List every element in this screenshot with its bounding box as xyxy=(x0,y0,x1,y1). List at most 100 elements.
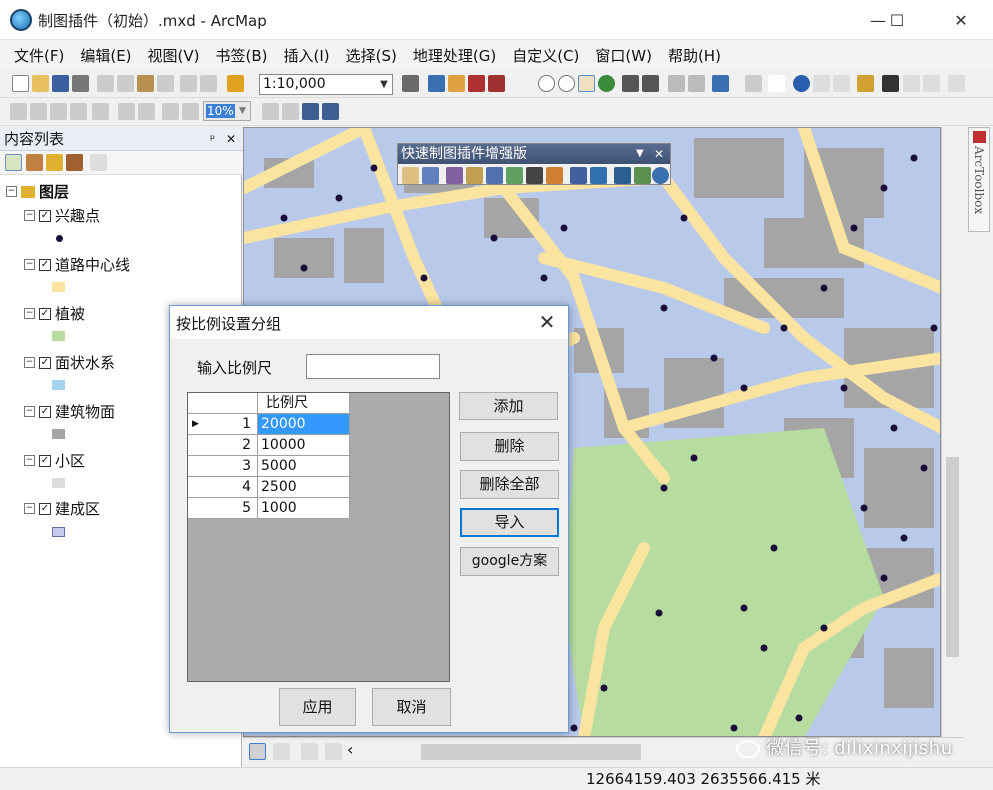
zoom-out-icon[interactable] xyxy=(558,75,575,92)
visibility-checkbox[interactable]: ✓ xyxy=(39,405,51,418)
plugin-tool-12-icon[interactable] xyxy=(634,167,651,184)
undo-icon[interactable] xyxy=(180,75,197,92)
layer-built-up-area[interactable]: − ✓ 建成区 xyxy=(24,498,100,519)
menu-bookmarks[interactable]: 书签(B) xyxy=(208,45,276,66)
options-icon[interactable] xyxy=(90,154,107,171)
layout-view-icon[interactable] xyxy=(273,743,290,760)
go-to-xy-icon[interactable] xyxy=(903,75,920,92)
html-popup-icon[interactable] xyxy=(833,75,850,92)
find-icon[interactable] xyxy=(882,75,899,92)
list-by-selection-icon[interactable] xyxy=(66,154,83,171)
save-icon[interactable] xyxy=(52,75,69,92)
search-window-icon[interactable] xyxy=(468,75,485,92)
visibility-checkbox[interactable]: ✓ xyxy=(39,502,51,515)
collapse-icon[interactable]: − xyxy=(24,455,35,466)
menu-selection[interactable]: 选择(S) xyxy=(338,45,405,66)
catalog-icon[interactable] xyxy=(448,75,465,92)
grid-cell-scale[interactable]: 20000 xyxy=(258,414,350,435)
refresh-icon[interactable] xyxy=(301,743,318,760)
add-button[interactable]: 添加 xyxy=(459,392,558,420)
visibility-checkbox[interactable]: ✓ xyxy=(39,307,51,320)
data-view-icon[interactable] xyxy=(249,743,266,760)
grid-cell-scale[interactable]: 1000 xyxy=(258,498,350,519)
menu-edit[interactable]: 编辑(E) xyxy=(72,45,139,66)
full-extent-icon[interactable] xyxy=(598,75,615,92)
plugin-tool-4-icon[interactable] xyxy=(466,167,483,184)
zoom-100-icon[interactable] xyxy=(92,103,109,120)
scroll-thumb[interactable] xyxy=(946,457,959,657)
fixed-zoom-out-icon[interactable] xyxy=(642,75,659,92)
chevron-down-icon[interactable]: ▼ xyxy=(636,144,644,164)
layer-road-centerline[interactable]: − ✓ 道路中心线 xyxy=(24,254,130,275)
menu-windows[interactable]: 窗口(W) xyxy=(587,45,660,66)
list-by-drawing-order-icon[interactable] xyxy=(5,154,22,171)
collapse-icon[interactable]: − xyxy=(24,357,35,368)
grid-cell-scale[interactable]: 2500 xyxy=(258,477,350,498)
arctoolbox-tab[interactable]: ArcToolbox xyxy=(968,127,990,232)
menu-geoprocessing[interactable]: 地理处理(G) xyxy=(405,45,504,66)
collapse-icon[interactable]: − xyxy=(24,259,35,270)
menu-help[interactable]: 帮助(H) xyxy=(660,45,729,66)
layer-poi[interactable]: − ✓ 兴趣点 xyxy=(24,205,100,226)
delete-button[interactable]: 删除 xyxy=(460,432,559,461)
forward-extent-icon[interactable] xyxy=(688,75,705,92)
back-extent-icon[interactable] xyxy=(668,75,685,92)
horizontal-scroll-thumb[interactable] xyxy=(421,744,641,760)
maximize-button[interactable]: ☐ xyxy=(874,0,920,40)
layer-community[interactable]: − ✓ 小区 xyxy=(24,450,85,471)
hyperlink-icon[interactable] xyxy=(813,75,830,92)
layers-root[interactable]: − 图层 xyxy=(6,181,69,202)
close-icon[interactable]: ✕ xyxy=(226,127,236,151)
layout-zoom-in-icon[interactable] xyxy=(10,103,27,120)
menu-file[interactable]: 文件(F) xyxy=(6,45,72,66)
collapse-icon[interactable]: − xyxy=(24,308,35,319)
zoom-in-icon[interactable] xyxy=(538,75,555,92)
collapse-icon[interactable]: − xyxy=(24,503,35,514)
clear-selection-icon[interactable] xyxy=(745,75,762,92)
cancel-button[interactable]: 取消 xyxy=(372,688,451,726)
paste-icon[interactable] xyxy=(137,75,154,92)
layout-zoom-out-icon[interactable] xyxy=(30,103,47,120)
measure-icon[interactable] xyxy=(857,75,874,92)
collapse-icon[interactable]: − xyxy=(24,210,35,221)
plugin-tool-5-icon[interactable] xyxy=(486,167,503,184)
scroll-left-icon[interactable]: ‹ xyxy=(347,740,353,759)
data-driven-pages-icon[interactable] xyxy=(322,103,339,120)
grid-cell-scale[interactable]: 10000 xyxy=(258,435,350,456)
apply-button[interactable]: 应用 xyxy=(279,688,356,726)
pan-icon[interactable] xyxy=(578,75,595,92)
map-scale-combobox[interactable]: 1:10,000 xyxy=(259,74,393,95)
plugin-tool-2-icon[interactable] xyxy=(422,167,439,184)
layout-pan-icon[interactable] xyxy=(50,103,67,120)
layer-water[interactable]: − ✓ 面状水系 xyxy=(24,352,115,373)
identify-icon[interactable] xyxy=(793,75,810,92)
toggle-draft-icon[interactable] xyxy=(262,103,279,120)
open-icon[interactable] xyxy=(32,75,49,92)
visibility-checkbox[interactable]: ✓ xyxy=(39,356,51,369)
plugin-tool-8-icon[interactable] xyxy=(546,167,563,184)
plugin-tool-9-icon[interactable] xyxy=(570,167,587,184)
close-icon[interactable]: ✕ xyxy=(654,144,664,164)
zoom-whole-page-icon[interactable] xyxy=(70,103,87,120)
menu-view[interactable]: 视图(V) xyxy=(140,45,208,66)
list-by-source-icon[interactable] xyxy=(26,154,43,171)
plugin-tool-6-icon[interactable] xyxy=(506,167,523,184)
plugin-tool-3-icon[interactable] xyxy=(446,167,463,184)
plugin-tool-11-icon[interactable] xyxy=(614,167,631,184)
pause-drawing-icon[interactable] xyxy=(325,743,342,760)
close-window-button[interactable]: ✕ xyxy=(938,0,984,40)
select-features-icon[interactable] xyxy=(712,75,729,92)
plugin-tool-13-icon[interactable] xyxy=(652,167,669,184)
focus-data-frame-icon[interactable] xyxy=(282,103,299,120)
menu-customize[interactable]: 自定义(C) xyxy=(504,45,587,66)
grid-cell-scale[interactable]: 5000 xyxy=(258,456,350,477)
layer-buildings[interactable]: − ✓ 建筑物面 xyxy=(24,401,115,422)
redo-icon[interactable] xyxy=(200,75,217,92)
next-extent-icon[interactable] xyxy=(182,103,199,120)
time-slider-icon[interactable] xyxy=(923,75,940,92)
plugin-tool-1-icon[interactable] xyxy=(402,167,419,184)
fixed-layout-zoom-in-icon[interactable] xyxy=(118,103,135,120)
visibility-checkbox[interactable]: ✓ xyxy=(39,209,51,222)
plugin-tool-7-icon[interactable] xyxy=(526,167,543,184)
menu-insert[interactable]: 插入(I) xyxy=(276,45,338,66)
